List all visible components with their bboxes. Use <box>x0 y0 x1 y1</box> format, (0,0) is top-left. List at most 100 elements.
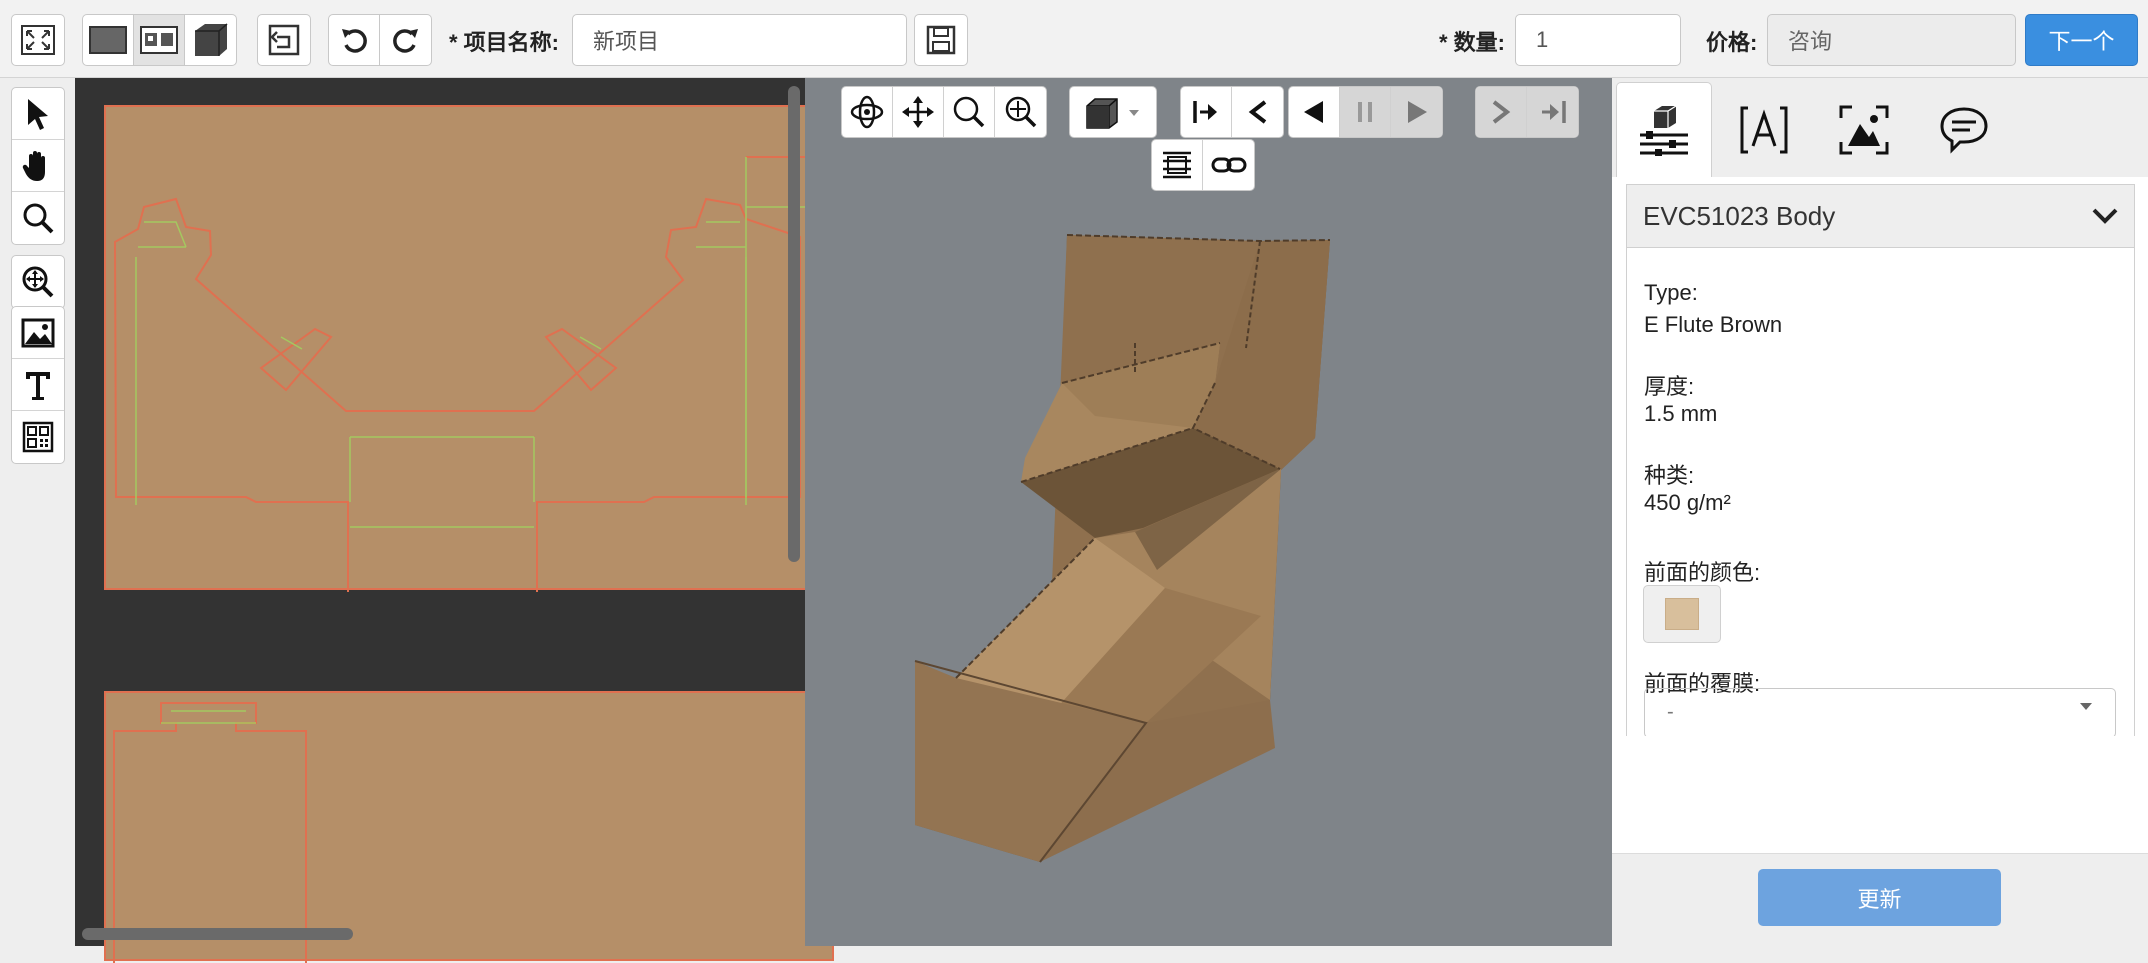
zoom-fit-icon <box>1005 96 1036 128</box>
front-color-label: 前面的颜色: <box>1644 560 1761 585</box>
undo-icon <box>342 29 367 53</box>
3d-box-model <box>914 234 1331 863</box>
play-backward-button[interactable] <box>1289 87 1340 137</box>
dieline-drawing <box>113 156 807 592</box>
chevron-right-icon <box>1492 100 1511 124</box>
next-step-button[interactable] <box>1476 87 1527 137</box>
insert-text-tool[interactable] <box>12 359 64 411</box>
type-value: E Flute Brown <box>1644 312 1783 337</box>
view-cube-button[interactable] <box>1070 87 1156 137</box>
qr-code-icon <box>22 421 54 453</box>
redo-icon <box>392 29 418 53</box>
hand-icon <box>22 150 45 181</box>
undo-redo-group <box>328 14 432 66</box>
project-name-input[interactable]: 新项目 <box>572 14 907 66</box>
front-color-chip <box>1665 598 1699 630</box>
pan-tool[interactable] <box>12 140 64 192</box>
zoom-fit-tool[interactable] <box>12 256 64 308</box>
tab-text[interactable] <box>1716 82 1812 177</box>
fold-forward-controls <box>1475 86 1579 138</box>
view-3d-button[interactable] <box>185 15 236 65</box>
dieline-sheet-second <box>104 691 834 963</box>
arrow-pointer-icon <box>28 98 48 130</box>
image-frame-icon <box>1839 105 1889 154</box>
grammage-label: 种类: <box>1644 463 1695 488</box>
pause-icon <box>1358 102 1372 122</box>
zoom-3d-button[interactable] <box>944 87 995 137</box>
save-button[interactable] <box>914 14 968 66</box>
move-button[interactable] <box>893 87 944 137</box>
horizontal-scrollbar[interactable] <box>82 928 353 940</box>
chevron-left-icon <box>1248 100 1266 124</box>
properties-panel: EVC51023 Body Type: E Flute Brown 厚度: 1.… <box>1612 78 2148 946</box>
move-icon <box>902 96 934 128</box>
text-bracket-icon <box>1740 106 1788 153</box>
layers-button[interactable] <box>1152 140 1203 190</box>
top-toolbar: * 项目名称: 新项目 * 数量: 1 价格: 咨询 下一个 <box>0 0 2148 78</box>
quantity-input[interactable]: 1 <box>1515 14 1681 66</box>
magnifier-icon <box>23 203 54 234</box>
dieline-canvas[interactable] <box>75 78 834 963</box>
play-forward-icon <box>1407 101 1427 123</box>
cube-icon <box>1086 98 1139 129</box>
left-tool-palette <box>0 78 75 946</box>
tab-comments[interactable] <box>1916 82 2012 177</box>
zoom-tool[interactable] <box>12 192 64 244</box>
navigation-tools <box>11 87 65 245</box>
grammage-value: 450 g/m² <box>1644 490 1731 515</box>
zoom-fit-3d-button[interactable] <box>995 87 1046 137</box>
view-2d-button[interactable] <box>83 15 134 65</box>
link-button[interactable] <box>1203 140 1254 190</box>
dieline-sheet <box>104 105 834 592</box>
undo-button[interactable] <box>329 15 380 65</box>
view-2d-icon <box>89 26 127 54</box>
panel-tabs <box>1612 78 2148 177</box>
thickness-value: 1.5 mm <box>1644 401 1718 426</box>
next-button[interactable]: 下一个 <box>2025 14 2138 66</box>
3d-viewport[interactable] <box>805 78 1612 946</box>
insert-qr-tool[interactable] <box>12 411 64 463</box>
front-laminate-select[interactable]: - <box>1644 688 2116 736</box>
pause-button[interactable] <box>1340 87 1391 137</box>
view-cube-dropdown[interactable] <box>1069 86 1157 138</box>
orbit-button[interactable] <box>842 87 893 137</box>
tab-material[interactable] <box>1616 82 1712 177</box>
comment-icon <box>1940 106 1988 154</box>
insert-image-tool[interactable] <box>12 307 64 359</box>
image-icon <box>21 318 55 347</box>
front-color-swatch[interactable] <box>1643 585 1721 643</box>
step-end-icon <box>1541 101 1566 123</box>
fullscreen-button[interactable] <box>11 14 65 66</box>
update-button[interactable]: 更新 <box>1758 869 2001 926</box>
history-icon <box>268 24 300 56</box>
zoom-fit-icon <box>22 266 54 298</box>
first-step-button[interactable] <box>1181 87 1232 137</box>
text-icon <box>26 371 50 400</box>
last-step-button[interactable] <box>1527 87 1578 137</box>
select-tool[interactable] <box>12 88 64 140</box>
redo-button[interactable] <box>380 15 431 65</box>
material-accordion-header[interactable]: EVC51023 Body <box>1626 184 2135 248</box>
dieline-drawing-second <box>113 702 307 963</box>
play-backward-icon <box>1304 101 1323 123</box>
tab-artwork[interactable] <box>1816 82 1912 177</box>
price-field: 咨询 <box>1767 14 2016 66</box>
material-properties: Type: E Flute Brown 厚度: 1.5 mm 种类: 450 g… <box>1626 248 2135 736</box>
view-split-button[interactable] <box>134 15 185 65</box>
panel-footer: 更新 <box>1612 853 2148 946</box>
layers-icon <box>1163 151 1191 179</box>
undo-history-button[interactable] <box>257 14 311 66</box>
play-forward-button[interactable] <box>1391 87 1442 137</box>
camera-controls <box>841 86 1047 138</box>
quantity-label: * 数量: <box>1439 30 1506 55</box>
vertical-scrollbar[interactable] <box>788 86 800 562</box>
view-split-icon <box>140 26 178 54</box>
previous-step-button[interactable] <box>1232 87 1283 137</box>
type-label: Type: <box>1644 280 1698 305</box>
layer-link-controls <box>1151 139 1255 191</box>
dropdown-arrow-icon <box>2080 703 2092 710</box>
thickness-label: 厚度: <box>1644 374 1695 399</box>
accordion-title: EVC51023 Body <box>1643 200 1836 231</box>
fold-step-controls <box>1180 86 1284 138</box>
save-icon <box>926 25 956 55</box>
